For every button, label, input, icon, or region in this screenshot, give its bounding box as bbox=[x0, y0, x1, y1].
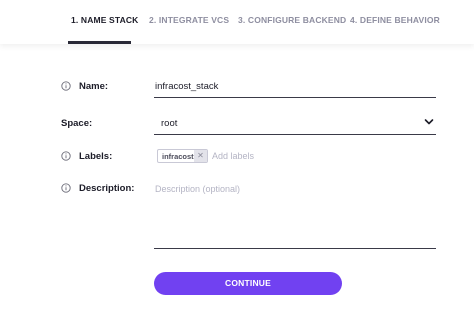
label-chip-text: infracost bbox=[162, 152, 194, 161]
tab-configure-backend[interactable]: 3. CONFIGURE BACKEND bbox=[238, 15, 346, 25]
active-tab-indicator bbox=[68, 41, 131, 44]
tab-integrate-vcs[interactable]: 2. INTEGRATE VCS bbox=[149, 15, 229, 25]
close-icon[interactable]: ✕ bbox=[194, 150, 207, 162]
tab-name-stack[interactable]: 1. NAME STACK bbox=[71, 15, 138, 25]
info-icon bbox=[61, 81, 71, 91]
name-input[interactable] bbox=[154, 97, 436, 98]
label-chip: infracost ✕ bbox=[157, 149, 208, 163]
labels-input[interactable]: Add labels bbox=[212, 151, 254, 161]
description-label: Description: bbox=[79, 183, 135, 194]
info-icon bbox=[61, 151, 71, 161]
tab-define-behavior[interactable]: 4. DEFINE BEHAVIOR bbox=[350, 15, 440, 25]
info-icon bbox=[61, 183, 71, 193]
space-label: Space: bbox=[61, 118, 93, 129]
continue-button[interactable]: CONTINUE bbox=[154, 272, 342, 295]
space-select[interactable] bbox=[154, 134, 436, 135]
chevron-down-icon[interactable] bbox=[424, 118, 434, 126]
space-select-value[interactable]: root bbox=[161, 118, 177, 129]
stepper-tab-bar: 1. NAME STACK 2. INTEGRATE VCS 3. CONFIG… bbox=[0, 0, 474, 44]
description-textarea-border[interactable] bbox=[154, 248, 436, 249]
name-input-value[interactable]: infracost_stack bbox=[155, 81, 218, 92]
labels-label: Labels: bbox=[79, 151, 113, 162]
name-label: Name: bbox=[79, 81, 109, 92]
description-textarea[interactable]: Description (optional) bbox=[155, 184, 240, 194]
